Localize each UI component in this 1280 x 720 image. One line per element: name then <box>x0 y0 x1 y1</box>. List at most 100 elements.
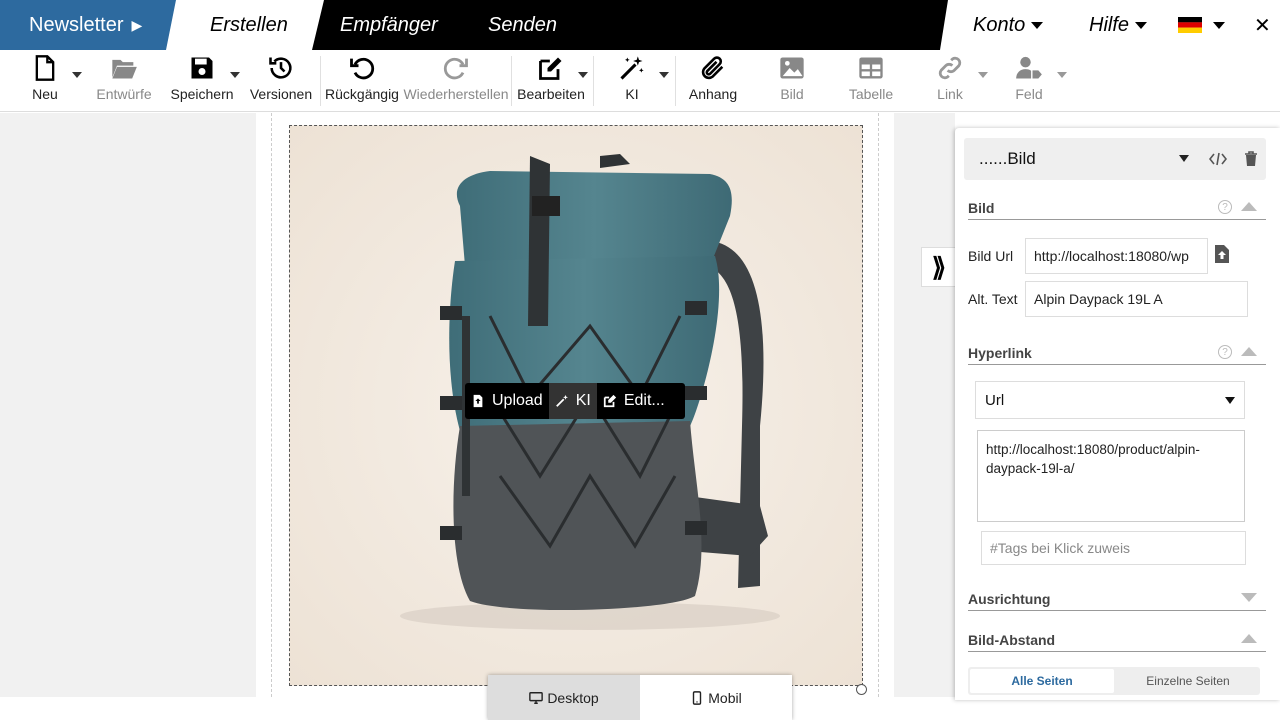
ai-button[interactable]: KI <box>618 54 646 110</box>
tab-all-sides[interactable]: Alle Seiten <box>970 669 1114 693</box>
newsletter-menu[interactable]: Newsletter ▶ <box>0 0 196 50</box>
folder-open-icon <box>112 59 137 79</box>
versions-label: Versionen <box>249 86 313 102</box>
redo-button[interactable]: Wiederherstellen <box>403 54 509 110</box>
upload-label: Upload <box>492 392 543 409</box>
field-label: Feld <box>1015 86 1043 102</box>
separator <box>593 56 594 106</box>
user-tag-icon <box>1016 56 1042 79</box>
link-button[interactable]: Link <box>932 54 968 110</box>
image-toolbar: Upload KI Edit... <box>465 383 685 419</box>
caret-down-icon <box>1225 397 1235 404</box>
top-nav: Newsletter ▶ Erstellen Empfänger Senden … <box>0 0 1280 50</box>
link-type-value: Url <box>985 391 1005 409</box>
edit-icon <box>603 394 616 408</box>
redo-label: Wiederherstellen <box>403 86 509 102</box>
undo-button[interactable]: Rückgängig <box>325 54 399 110</box>
drafts-button[interactable]: Entwürfe <box>95 54 153 110</box>
link-label: Link <box>937 86 963 102</box>
image-ai-label: KI <box>575 392 591 409</box>
ai-label: KI <box>625 86 639 102</box>
image-ai-button[interactable]: KI <box>548 383 597 419</box>
field-caret-icon[interactable] <box>1057 72 1067 78</box>
tab-empfaenger[interactable]: Empfänger <box>340 0 438 50</box>
versions-button[interactable]: Versionen <box>249 54 313 110</box>
file-upload-icon <box>473 394 483 408</box>
image-url-input[interactable]: http://localhost:18080/wp <box>1025 238 1208 274</box>
link-url-textarea[interactable]: http://localhost:18080/product/alpin-day… <box>977 430 1245 522</box>
new-button[interactable]: Neu <box>30 54 60 110</box>
edit-icon <box>539 57 562 80</box>
close-button[interactable]: ✕ <box>1254 0 1271 50</box>
save-caret-icon[interactable] <box>230 72 240 78</box>
image-edit-button[interactable]: Edit... <box>597 383 671 419</box>
german-flag-icon <box>1178 17 1202 33</box>
file-upload-icon[interactable] <box>1214 244 1230 264</box>
link-caret-icon[interactable] <box>978 72 988 78</box>
upload-button[interactable]: Upload <box>465 383 549 419</box>
collapse-up-icon <box>1241 347 1257 356</box>
alt-text-label: Alt. Text <box>968 291 1018 307</box>
section-alignment[interactable]: Ausrichtung <box>968 587 1266 611</box>
resize-handle[interactable] <box>856 684 867 695</box>
desktop-label: Desktop <box>547 689 599 706</box>
drafts-label: Entwürfe <box>96 86 152 102</box>
image-label: Bild <box>780 86 804 102</box>
section-image-spacing[interactable]: Bild-Abstand <box>968 628 1266 652</box>
help-icon[interactable]: ? <box>1218 345 1232 359</box>
link-type-select[interactable]: Url <box>975 381 1245 419</box>
alt-text-input[interactable]: Alpin Daypack 19L A <box>1025 281 1248 317</box>
code-icon[interactable] <box>1209 151 1227 167</box>
tab-erstellen[interactable]: Erstellen <box>210 0 288 50</box>
attachment-button[interactable]: Anhang <box>688 54 738 110</box>
magic-wand-icon <box>555 394 568 407</box>
section-image-title: Bild <box>968 199 995 216</box>
caret-down-icon <box>1213 21 1225 29</box>
table-button[interactable]: Tabelle <box>848 54 894 110</box>
edit-button[interactable]: Bearbeiten <box>517 54 585 110</box>
save-label: Speichern <box>170 86 234 102</box>
image-button[interactable]: Bild <box>778 54 806 110</box>
edit-caret-icon[interactable] <box>578 72 588 78</box>
language-menu[interactable] <box>1178 0 1225 50</box>
double-chevron-right-icon: ⟫ <box>931 251 947 282</box>
tab-senden[interactable]: Senden <box>488 0 557 50</box>
section-image[interactable]: Bild ? <box>968 196 1266 220</box>
new-label: Neu <box>32 86 58 102</box>
editor-toolbar: Neu Entwürfe Speichern Versionen Rückgän… <box>0 50 1280 112</box>
undo-label: Rückgängig <box>325 86 399 102</box>
mobile-icon <box>693 690 702 705</box>
image-icon <box>780 57 804 79</box>
block-title: ......Bild <box>979 149 1036 168</box>
expand-down-icon <box>1241 593 1257 602</box>
help-menu[interactable]: Hilfe <box>1089 0 1148 50</box>
separator <box>511 56 512 106</box>
spacing-tabs: Alle Seiten Einzelne Seiten <box>968 667 1260 695</box>
ai-caret-icon[interactable] <box>659 72 669 78</box>
link-icon <box>938 56 962 80</box>
caret-right-icon: ▶ <box>131 16 143 33</box>
trash-icon[interactable] <box>1244 151 1258 167</box>
section-hyperlink-title: Hyperlink <box>968 344 1032 361</box>
paperclip-icon <box>701 56 724 80</box>
section-hyperlink[interactable]: Hyperlink ? <box>968 341 1266 365</box>
account-menu[interactable]: Konto <box>973 0 1044 50</box>
save-button[interactable]: Speichern <box>170 54 234 110</box>
collapse-panel-button[interactable]: ⟫ <box>921 247 956 287</box>
tab-single-sides[interactable]: Einzelne Seiten <box>1116 667 1260 695</box>
field-button[interactable]: Feld <box>1010 54 1048 110</box>
image-url-label: Bild Url <box>968 248 1014 264</box>
desktop-button[interactable]: Desktop <box>488 675 640 720</box>
block-selector[interactable]: ......Bild <box>964 138 1266 180</box>
help-label: Hilfe <box>1089 13 1130 36</box>
mobile-button[interactable]: Mobil <box>640 675 792 720</box>
table-label: Tabelle <box>848 86 894 102</box>
collapse-up-icon <box>1241 634 1257 643</box>
separator <box>675 56 676 106</box>
magic-wand-icon <box>620 56 644 80</box>
device-switch: Desktop Mobil <box>488 675 792 720</box>
caret-down-icon <box>1179 155 1189 162</box>
new-caret-icon[interactable] <box>72 72 82 78</box>
tags-input[interactable]: #Tags bei Klick zuweis <box>981 531 1246 565</box>
help-icon[interactable]: ? <box>1218 200 1232 214</box>
